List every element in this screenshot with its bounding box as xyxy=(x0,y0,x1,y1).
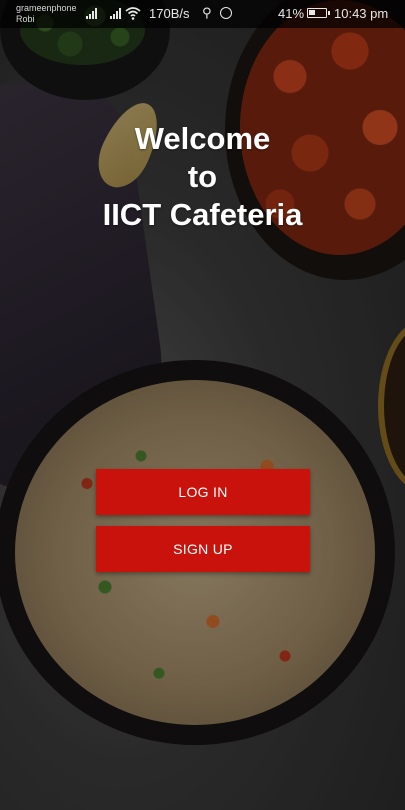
carrier-labels: grameenphone Robi xyxy=(16,3,77,25)
welcome-line-1: Welcome xyxy=(134,121,271,156)
welcome-line-2: to xyxy=(187,159,218,194)
messenger-icon xyxy=(220,7,232,19)
status-bar: grameenphone Robi 170B/s ⚲ 41% 10:43 pm xyxy=(0,0,405,28)
login-button[interactable]: LOG IN xyxy=(96,469,310,515)
usb-icon: ⚲ xyxy=(202,5,212,20)
signal-strength-icon xyxy=(86,8,97,19)
carrier-secondary: Robi xyxy=(16,14,35,24)
signup-button[interactable]: SIGN UP xyxy=(96,526,310,572)
network-speed: 170B/s xyxy=(149,6,190,21)
wifi-icon xyxy=(125,7,141,20)
battery-percent: 41% xyxy=(278,6,305,21)
carrier-primary: grameenphone xyxy=(16,3,77,13)
welcome-title: Welcome to IICT Cafeteria xyxy=(0,120,405,234)
battery-icon xyxy=(307,8,330,18)
welcome-line-3: IICT Cafeteria xyxy=(102,197,303,232)
signal-strength-icon xyxy=(110,8,121,19)
status-time: 10:43 pm xyxy=(334,6,389,21)
